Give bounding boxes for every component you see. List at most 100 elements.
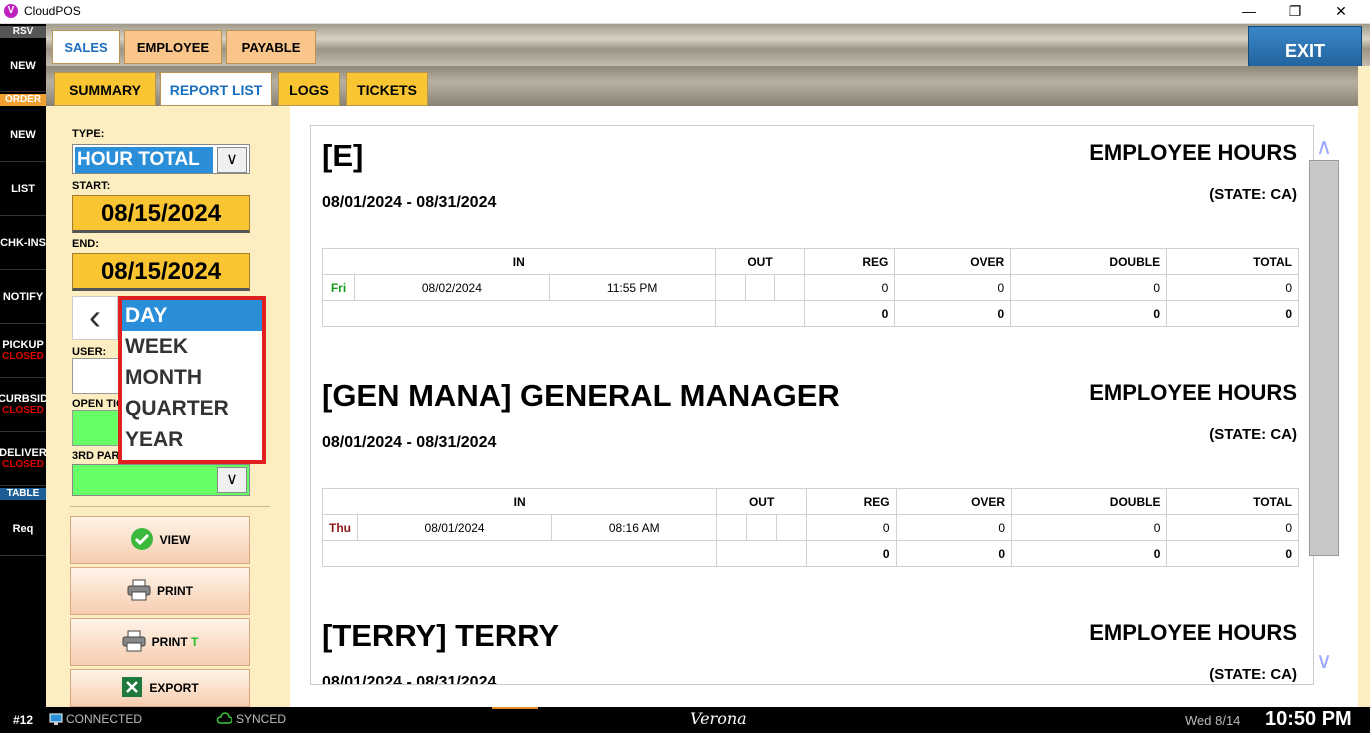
sidebar-item-label: NEW <box>10 59 36 72</box>
chevron-down-icon[interactable]: ∨ <box>217 147 247 173</box>
print-button[interactable]: PRINT <box>70 567 250 615</box>
scrollbar-thumb[interactable] <box>1309 160 1339 556</box>
dropdown-option-year[interactable]: YEAR <box>122 424 262 455</box>
tab-report-list[interactable]: REPORT LIST <box>160 72 272 106</box>
scroll-up-icon[interactable]: ∧ <box>1313 136 1335 158</box>
total-reg: 0 <box>805 540 897 567</box>
sidebar-item-label: PICKUP <box>2 339 44 351</box>
section-range: 08/01/2024 - 08/31/2024 <box>322 674 497 685</box>
total-reg: 0 <box>804 300 896 327</box>
dropdown-option-month[interactable]: MONTH <box>122 362 262 393</box>
total-double: 0 <box>1011 540 1168 567</box>
col-double: DOUBLE <box>1010 248 1168 275</box>
tab-sales[interactable]: SALES <box>52 30 120 64</box>
hours-table: IN OUT REG OVER DOUBLE TOTAL Thu 08/01/2… <box>321 488 1299 567</box>
tab-payable[interactable]: PAYABLE <box>226 30 316 64</box>
chevron-left-icon[interactable]: ‹ <box>72 296 118 340</box>
row-date: 08/01/2024 <box>356 514 553 541</box>
start-date-field[interactable]: 08/15/2024 <box>72 195 250 233</box>
sidebar-item-list[interactable]: LIST <box>0 162 46 216</box>
total-over: 0 <box>895 540 1013 567</box>
type-select-value: HOUR TOTAL <box>75 147 213 173</box>
tab-summary[interactable]: SUMMARY <box>54 72 156 106</box>
user-input[interactable] <box>72 358 122 394</box>
cloud-icon <box>216 712 233 729</box>
dropdown-option-day[interactable]: DAY <box>122 300 262 331</box>
sidebar-item-label: NEW <box>10 128 36 141</box>
table-row: Thu 08/01/2024 08:16 AM 0 0 0 0 <box>322 514 1299 541</box>
table-total-row: 0 0 0 0 <box>321 540 1299 567</box>
row-out-3 <box>776 514 807 541</box>
sidebar-item-chk-ins[interactable]: CHK-INS <box>0 216 46 270</box>
print-t-text: PRINT <box>151 635 188 649</box>
dropdown-option-week[interactable]: WEEK <box>122 331 262 362</box>
section-hours-heading: EMPLOYEE HOURS <box>1089 140 1297 165</box>
sidebar-item-label: CHK-INS <box>0 236 46 249</box>
window-title: CloudPOS <box>24 4 81 18</box>
connected-status: CONNECTED <box>66 712 143 726</box>
row-double: 0 <box>1010 274 1168 301</box>
sidebar-item-delivery[interactable]: DELIVER CLOSED <box>0 432 47 486</box>
type-select[interactable]: HOUR TOTAL ∨ <box>72 144 250 174</box>
maximize-button[interactable]: ❐ <box>1272 0 1318 24</box>
close-button[interactable]: ✕ <box>1318 0 1364 24</box>
user-label: USER: <box>72 346 107 358</box>
row-out-3 <box>774 274 806 301</box>
sidebar-item-req[interactable]: Req <box>0 502 46 556</box>
sidebar-item-label: DELIVER <box>0 447 47 459</box>
status-bar: #12 CONNECTED SYNCED Verona Wed 8/14 10:… <box>0 707 1370 733</box>
scroll-down-icon[interactable]: ∨ <box>1313 650 1335 672</box>
row-over: 0 <box>894 274 1012 301</box>
chevron-down-icon[interactable]: ∨ <box>217 467 247 493</box>
open-ticket-input[interactable] <box>72 410 122 446</box>
sidebar-item-pickup[interactable]: PICKUP CLOSED <box>0 324 46 378</box>
sidebar-item-label: NOTIFY <box>2 290 44 303</box>
sidebar-item-label: Req <box>12 522 34 535</box>
delivery-status: CLOSED <box>2 459 44 470</box>
status-date: Wed 8/14 <box>1185 713 1241 728</box>
minimize-button[interactable]: — <box>1226 0 1272 24</box>
tab-tickets[interactable]: TICKETS <box>346 72 428 106</box>
row-out-1 <box>716 514 748 541</box>
third-party-select[interactable]: ∨ <box>72 464 250 496</box>
total-row-blank <box>321 540 718 567</box>
export-button[interactable]: EXPORT <box>70 669 250 707</box>
sidebar-head-table: TABLE <box>0 488 46 500</box>
col-over: OVER <box>894 248 1012 275</box>
section-state: (STATE: CA) <box>1209 426 1297 443</box>
sidebar-item-curbside[interactable]: CURBSID CLOSED <box>0 378 48 432</box>
view-button[interactable]: VIEW <box>70 516 250 564</box>
hours-table: IN OUT REG OVER DOUBLE TOTAL Fri 08/02/2… <box>322 248 1299 327</box>
total-over: 0 <box>894 300 1012 327</box>
col-out: OUT <box>716 488 807 515</box>
printer-icon <box>122 630 146 655</box>
table-total-row: 0 0 0 0 <box>322 300 1299 327</box>
section-title: [TERRY] TERRY <box>322 618 560 653</box>
end-date-field[interactable]: 08/15/2024 <box>72 253 250 291</box>
third-party-label: 3RD PAR <box>72 450 120 462</box>
sidebar-item-order-new[interactable]: NEW <box>0 108 46 162</box>
export-button-label: EXPORT <box>149 681 199 695</box>
sidebar: RSV NEW ORDER NEW LIST CHK-INS NOTIFY PI… <box>0 24 48 707</box>
curbside-status: CLOSED <box>2 405 44 416</box>
report-document[interactable]: [E] EMPLOYEE HOURS (STATE: CA) 08/01/202… <box>310 125 1314 685</box>
tab-employee[interactable]: EMPLOYEE <box>124 30 222 64</box>
col-out: OUT <box>714 248 806 275</box>
sidebar-head-order: ORDER <box>0 94 46 106</box>
row-double: 0 <box>1011 514 1168 541</box>
tab-logs[interactable]: LOGS <box>278 72 340 106</box>
total-total: 0 <box>1166 300 1299 327</box>
sidebar-head-rsv: RSV <box>0 26 46 38</box>
dropdown-option-quarter[interactable]: QUARTER <box>122 393 262 424</box>
section-title: [GEN MANA] GENERAL MANAGER <box>322 378 840 413</box>
sidebar-item-notify[interactable]: NOTIFY <box>0 270 46 324</box>
end-label: END: <box>72 238 99 250</box>
print-t-button[interactable]: PRINT T <box>70 618 250 666</box>
status-clock: 10:50 PM <box>1265 708 1352 730</box>
row-over: 0 <box>895 514 1013 541</box>
store-name: Verona <box>690 709 747 728</box>
sidebar-item-rsv-new[interactable]: NEW <box>0 40 46 92</box>
col-in: IN <box>322 248 716 275</box>
app-logo-icon: V <box>4 4 18 18</box>
col-double: DOUBLE <box>1011 488 1168 515</box>
